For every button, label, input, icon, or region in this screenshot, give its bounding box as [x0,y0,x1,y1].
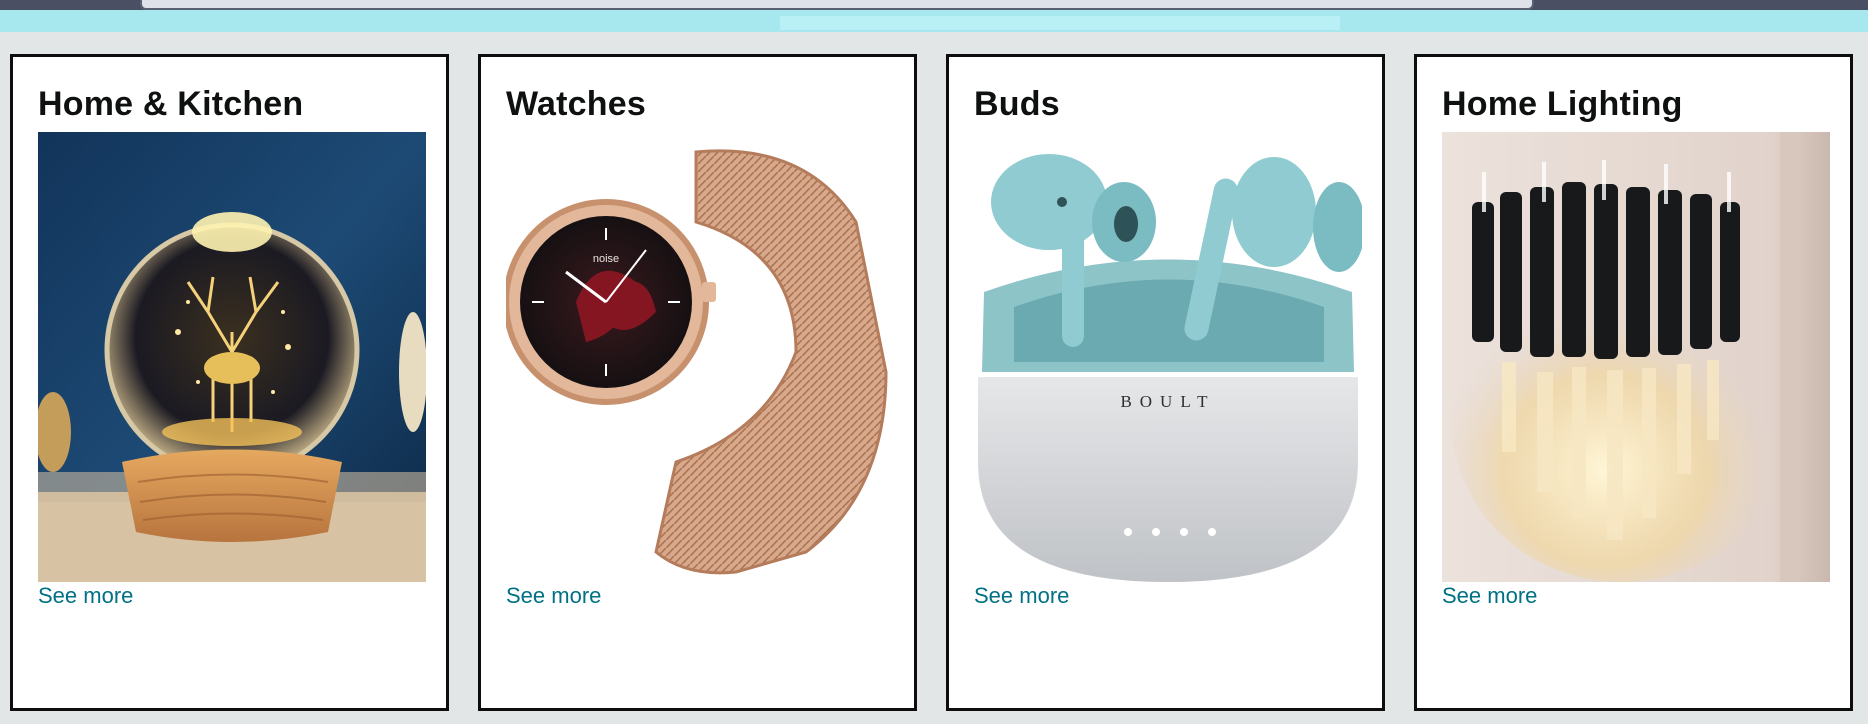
crystal-ball-lamp-image[interactable] [38,132,426,582]
hero-banner-strip [0,10,1868,32]
card-title: Watches [506,85,646,123]
card-watches: Watches noise See more [478,54,917,711]
card-buds: Buds BOULT See more [946,54,1385,711]
category-card-grid: Home & Kitchen See more Watches noise Se… [10,54,1858,714]
see-more-link[interactable]: See more [38,583,133,609]
banner-highlight [780,16,1340,30]
browser-top-bar [0,0,1868,10]
earbuds-brand-mark: BOULT [1120,392,1215,411]
card-title: Home Lighting [1442,85,1683,123]
see-more-link[interactable]: See more [974,583,1069,609]
card-title: Home & Kitchen [38,85,304,123]
see-more-link[interactable]: See more [1442,583,1537,609]
wall-sconce-image[interactable] [1442,132,1830,582]
search-bar-edge[interactable] [140,0,1534,10]
card-home-kitchen: Home & Kitchen See more [10,54,449,711]
earbuds-image[interactable]: BOULT [974,132,1362,582]
watch-brand-mark: noise [593,253,619,265]
smartwatch-image[interactable]: noise [506,132,894,582]
card-home-lighting: Home Lighting See more [1414,54,1853,711]
card-title: Buds [974,85,1060,123]
see-more-link[interactable]: See more [506,583,601,609]
